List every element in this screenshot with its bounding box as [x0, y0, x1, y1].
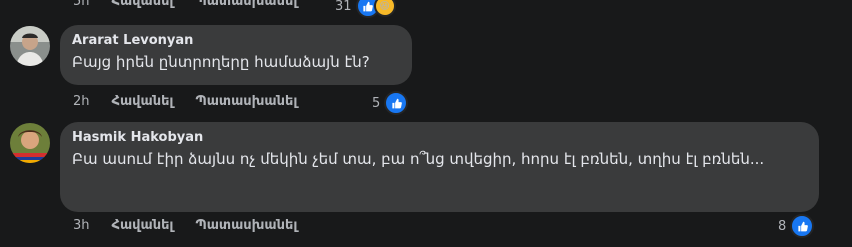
reply-action[interactable]: Պատասխանել [195, 218, 297, 233]
comment-author[interactable]: Hasmik Hakobyan [72, 130, 807, 145]
comment-bubble: Hasmik Hakobyan Բա ասում էիր ձայնս ոչ մե… [60, 122, 819, 212]
comment-actions: 3h Հավանել Պատասխանել [73, 218, 319, 233]
comment-bubble: Ararat Levonyan Բայց իրեն ընտրողերը համա… [60, 25, 412, 85]
avatar[interactable] [10, 26, 50, 66]
like-action[interactable]: Հավանել [112, 0, 174, 9]
like-reaction-icon [790, 214, 815, 238]
comment-text: Բայց իրեն ընտրողերը համաձայն էն? [72, 53, 370, 71]
avatar[interactable] [10, 123, 50, 163]
comment-time[interactable]: 2h [73, 94, 90, 109]
comment-actions-top: 5h Հավանել Պատասխանել [73, 0, 319, 9]
reaction-summary[interactable]: 8 [778, 214, 815, 238]
haha-reaction-icon: 😆 [373, 0, 396, 17]
reaction-count: 31 [335, 0, 352, 14]
comment-actions: 2h Հավանել Պատասխանել [73, 94, 319, 109]
reply-action[interactable]: Պատասխանել [195, 94, 297, 109]
reply-action[interactable]: Պատասխանել [195, 0, 297, 9]
like-action[interactable]: Հավանել [112, 218, 174, 233]
like-reaction-icon [384, 91, 409, 115]
reaction-summary[interactable]: 5 [372, 91, 409, 115]
reaction-count: 5 [372, 95, 381, 111]
reaction-count: 8 [778, 218, 787, 234]
comment-time[interactable]: 3h [73, 218, 90, 233]
comment-text: Բա ասում էիր ձայնս ոչ մեկին չեմ տա, բա ո… [72, 150, 765, 168]
like-action[interactable]: Հավանել [112, 94, 174, 109]
reaction-summary-top[interactable]: 31 😆 [335, 0, 396, 18]
comment-time[interactable]: 5h [73, 0, 90, 9]
comment-author[interactable]: Ararat Levonyan [72, 33, 400, 48]
